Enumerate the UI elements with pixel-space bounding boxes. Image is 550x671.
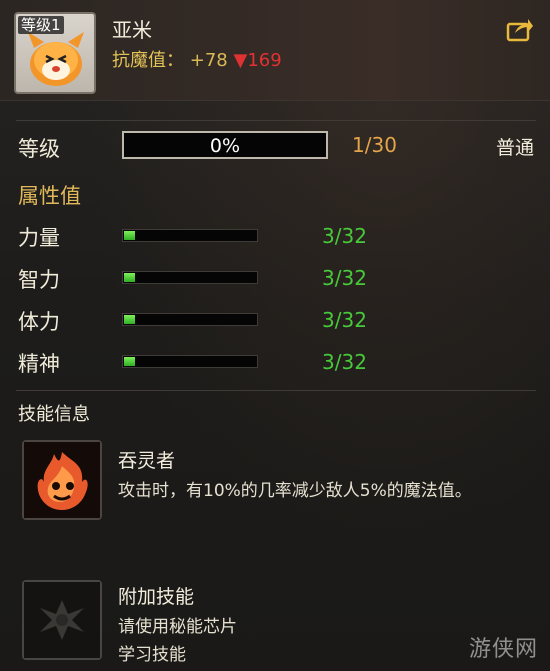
level-progress-bar: 0%: [122, 131, 328, 159]
quality-label: 普通: [496, 137, 535, 159]
level-count: 1/30: [352, 133, 397, 157]
pet-name: 亚米: [112, 18, 152, 42]
flame-spirit-icon: [24, 442, 100, 518]
share-button[interactable]: [506, 16, 534, 42]
attr-value-stamina: 3/32: [322, 308, 367, 332]
resist-plus-value: +78: [189, 50, 228, 71]
attr-label-intelligence: 智力: [18, 268, 60, 292]
resist-label: 抗魔值：: [112, 50, 184, 71]
attr-bar-fill: [124, 357, 135, 366]
level-label: 等级: [18, 137, 60, 161]
attr-value-spirit: 3/32: [322, 350, 367, 374]
extra-skill-slot[interactable]: [22, 580, 102, 660]
resist-stat: 抗魔值： +78 ▼169: [112, 46, 282, 72]
main-skill-description: 攻击时，有10%的几率减少敌人5%的魔法值。: [118, 481, 472, 501]
skills-title: 技能信息: [18, 404, 90, 425]
share-icon: [506, 19, 533, 42]
attr-bar-fill: [124, 231, 135, 240]
attr-bar-spirit: [122, 355, 258, 368]
extra-skill-line1: 请使用秘能芯片: [118, 617, 237, 637]
attr-label-strength: 力量: [18, 226, 60, 250]
attr-label-stamina: 体力: [18, 310, 60, 334]
attr-value-intelligence: 3/32: [322, 266, 367, 290]
pet-header: 等级1 亚米 抗魔值： +78 ▼169: [0, 0, 550, 101]
attr-bar-intelligence: [122, 271, 258, 284]
attr-bar-strength: [122, 229, 258, 242]
resist-down-value: 169: [247, 50, 282, 71]
main-skill-slot[interactable]: [22, 440, 102, 520]
attr-label-spirit: 精神: [18, 352, 60, 376]
pet-info-panel: 等级1 亚米 抗魔值： +78 ▼169 等级 0% 1/30 普通 属性值 力…: [0, 0, 550, 671]
attr-bar-fill: [124, 273, 135, 282]
pet-portrait[interactable]: 等级1: [14, 12, 96, 94]
attr-value-strength: 3/32: [322, 224, 367, 248]
attributes-title: 属性值: [18, 184, 81, 208]
locked-skill-emblem-icon: [24, 582, 100, 658]
watermark: 游侠网: [468, 637, 538, 662]
extra-skill-line2: 学习技能: [118, 645, 186, 665]
attr-bar-stamina: [122, 313, 258, 326]
extra-skill-name: 附加技能: [118, 586, 195, 608]
divider: [16, 390, 536, 391]
main-skill-name: 吞灵者: [118, 450, 176, 472]
level-progress-text: 0%: [209, 135, 241, 157]
level-badge: 等级1: [18, 16, 64, 34]
attr-bar-fill: [124, 315, 135, 324]
divider: [16, 120, 536, 121]
resist-down-arrow: ▼: [233, 50, 248, 71]
